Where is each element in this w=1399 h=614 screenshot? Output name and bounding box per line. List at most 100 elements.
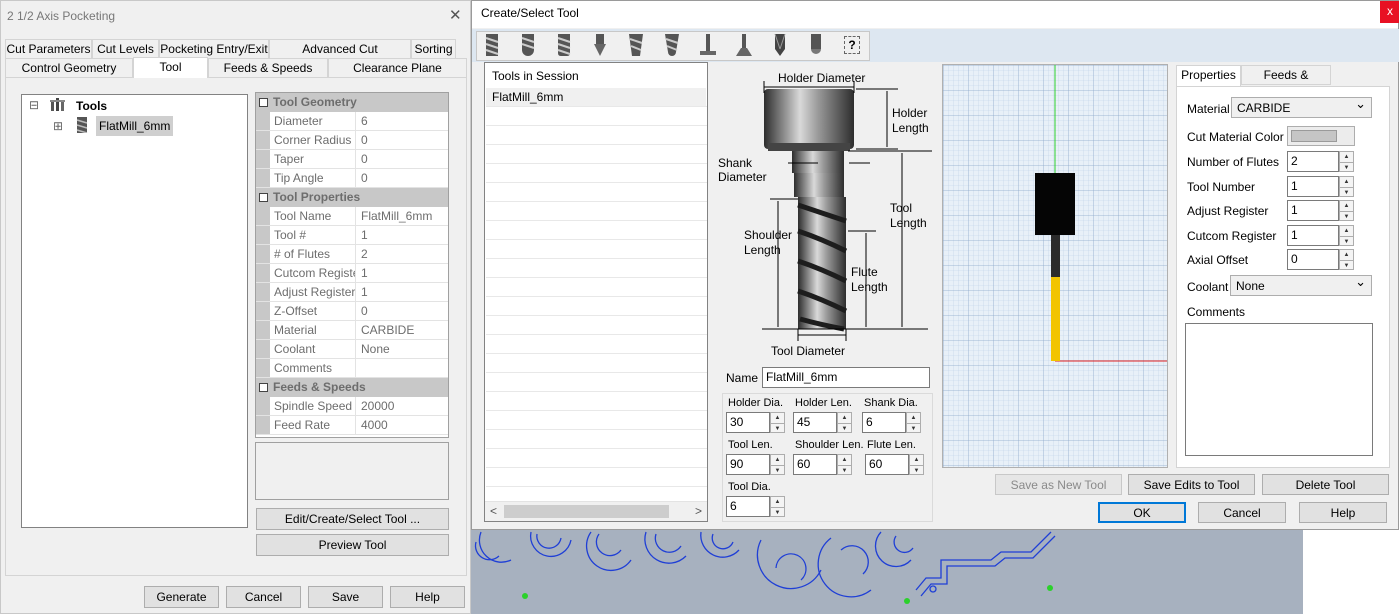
save-button[interactable]: Save xyxy=(308,586,383,608)
holder-dia-field[interactable]: 30 xyxy=(726,412,770,433)
tab-advanced-cut-parameters[interactable]: Advanced Cut Parameters xyxy=(269,39,411,74)
tool-dia-spinner[interactable]: ▲ ▼ xyxy=(770,496,785,517)
collapse-box-icon[interactable] xyxy=(259,383,268,392)
spin-up-icon[interactable]: ▲ xyxy=(771,455,784,465)
save-edits-to-tool-button[interactable]: Save Edits to Tool xyxy=(1128,474,1255,495)
session-item[interactable]: FlatMill_6mm xyxy=(486,88,706,106)
grid-row-value[interactable]: 2 xyxy=(357,245,368,264)
spin-down-icon[interactable]: ▼ xyxy=(1340,211,1353,221)
scroll-left-icon[interactable]: < xyxy=(490,504,497,518)
tool-number-field[interactable]: 1 xyxy=(1287,175,1339,197)
scroll-thumb[interactable] xyxy=(504,505,669,518)
collapse-box-icon[interactable] xyxy=(259,98,268,107)
close-button[interactable]: x xyxy=(1380,1,1399,23)
shank-dia-field[interactable]: 6 xyxy=(862,412,906,433)
spin-down-icon[interactable]: ▼ xyxy=(907,423,920,433)
grid-row[interactable]: Comments xyxy=(256,359,448,378)
spin-down-icon[interactable]: ▼ xyxy=(910,465,923,475)
taper-ball-icon[interactable] xyxy=(657,33,687,57)
spin-up-icon[interactable]: ▲ xyxy=(1340,177,1353,187)
grid-category[interactable]: Tool Geometry xyxy=(256,93,448,112)
spin-down-icon[interactable]: ▼ xyxy=(838,465,851,475)
grid-row[interactable]: Coolant None xyxy=(256,340,448,359)
tab-cut-parameters[interactable]: Cut Parameters xyxy=(5,39,92,59)
spin-up-icon[interactable]: ▲ xyxy=(1340,250,1353,260)
grid-row[interactable]: Z-Offset 0 xyxy=(256,302,448,321)
tab-feeds-speeds[interactable]: Feeds & Speeds xyxy=(208,58,328,78)
holder-dia-spinner[interactable]: ▲ ▼ xyxy=(770,412,785,433)
tab-pocketing-entry-exit[interactable]: Pocketing Entry/Exit xyxy=(159,39,269,59)
holder-len-spinner[interactable]: ▲ ▼ xyxy=(837,412,852,433)
holder-len-field[interactable]: 45 xyxy=(793,412,837,433)
tslot-icon[interactable] xyxy=(693,33,723,57)
tab-clearance-plane[interactable]: Clearance Plane xyxy=(328,58,467,78)
spin-down-icon[interactable]: ▼ xyxy=(771,465,784,475)
comments-textarea[interactable] xyxy=(1185,323,1373,456)
axial-offset-spinner[interactable]: ▲ ▼ xyxy=(1339,249,1354,270)
tools-in-session-list[interactable]: Tools in Session FlatMill_6mm < > xyxy=(484,62,708,522)
v-bit-icon[interactable] xyxy=(585,33,615,57)
spin-down-icon[interactable]: ▼ xyxy=(838,423,851,433)
shoulder-len-field[interactable]: 60 xyxy=(793,454,837,475)
ok-button[interactable]: OK xyxy=(1098,502,1186,523)
spin-down-icon[interactable]: ▼ xyxy=(771,423,784,433)
adjust-register-field[interactable]: 1 xyxy=(1287,200,1339,221)
cancel-button[interactable]: Cancel xyxy=(226,586,301,608)
grid-row[interactable]: Diameter 6 xyxy=(256,112,448,131)
spin-up-icon[interactable]: ▲ xyxy=(771,497,784,507)
help-button[interactable]: Help xyxy=(1299,502,1387,523)
grid-row[interactable]: Feed Rate 4000 xyxy=(256,416,448,435)
save-as-new-tool-button[interactable]: Save as New Tool xyxy=(995,474,1122,495)
grid-row[interactable]: Tip Angle 0 xyxy=(256,169,448,188)
shank-dia-spinner[interactable]: ▲ ▼ xyxy=(906,412,921,433)
spin-up-icon[interactable]: ▲ xyxy=(1340,152,1353,162)
cad-viewport[interactable] xyxy=(471,530,1399,614)
tool-len-field[interactable]: 90 xyxy=(726,454,770,475)
spin-up-icon[interactable]: ▲ xyxy=(838,455,851,465)
axial-offset-field[interactable]: 0 xyxy=(1287,249,1339,270)
spin-down-icon[interactable]: ▼ xyxy=(1340,162,1353,172)
tool-len-spinner[interactable]: ▲ ▼ xyxy=(770,454,785,475)
grid-row-value[interactable] xyxy=(357,359,361,378)
grid-row[interactable]: # of Flutes 2 xyxy=(256,245,448,264)
spin-up-icon[interactable]: ▲ xyxy=(1340,201,1353,211)
grid-row-value[interactable]: None xyxy=(357,340,390,359)
taper-flat-icon[interactable] xyxy=(621,33,651,57)
number-of-flutes-field[interactable]: 2 xyxy=(1287,151,1339,172)
grid-row-value[interactable]: 4000 xyxy=(357,416,388,435)
spin-down-icon[interactable]: ▼ xyxy=(1340,260,1353,270)
close-icon[interactable]: ✕ xyxy=(449,6,462,24)
tool-name-field[interactable]: FlatMill_6mm xyxy=(762,367,930,388)
grid-row-value[interactable]: FlatMill_6mm xyxy=(357,207,432,226)
tab-control-geometry[interactable]: Control Geometry xyxy=(5,58,133,78)
shoulder-len-spinner[interactable]: ▲ ▼ xyxy=(837,454,852,475)
drill-icon[interactable] xyxy=(765,33,795,57)
scroll-right-icon[interactable]: > xyxy=(695,504,702,518)
cut-color-swatch[interactable] xyxy=(1287,126,1355,146)
grid-row-value[interactable]: 0 xyxy=(357,169,368,188)
collapse-icon[interactable]: ⊟ xyxy=(29,98,39,112)
spin-up-icon[interactable]: ▲ xyxy=(1340,226,1353,236)
property-grid[interactable]: Tool Geometry Diameter 6 Corner Radius 0 Tape… xyxy=(255,92,449,438)
spin-down-icon[interactable]: ▼ xyxy=(1340,186,1353,197)
grid-category[interactable]: Tool Properties xyxy=(256,188,448,207)
adjust-register-spinner[interactable]: ▲ ▼ xyxy=(1339,200,1354,221)
cutcom-register-field[interactable]: 1 xyxy=(1287,224,1339,246)
spin-up-icon[interactable]: ▲ xyxy=(838,413,851,423)
grid-row-value[interactable]: 1 xyxy=(357,264,368,283)
grid-row-value[interactable]: 0 xyxy=(357,302,368,321)
tool-tree[interactable]: ⊟ Tools ⊞ FlatMill_6mm xyxy=(21,94,248,528)
grid-row-value[interactable]: 1 xyxy=(357,226,368,245)
tab-properties[interactable]: Properties xyxy=(1176,65,1241,87)
tab-feeds-speeds[interactable]: Feeds & Speeds xyxy=(1241,65,1331,100)
tab-sorting[interactable]: Sorting xyxy=(411,39,456,59)
horizontal-scrollbar[interactable]: < > xyxy=(485,501,707,521)
help-icon[interactable]: ? xyxy=(837,33,867,57)
help-button[interactable]: Help xyxy=(390,586,465,608)
spin-up-icon[interactable]: ▲ xyxy=(771,413,784,423)
grid-row-value[interactable]: CARBIDE xyxy=(357,321,414,340)
collapse-box-icon[interactable] xyxy=(259,193,268,202)
grid-row-value[interactable]: 1 xyxy=(357,283,368,302)
expand-icon[interactable]: ⊞ xyxy=(53,119,63,133)
grid-row-value[interactable]: 0 xyxy=(357,131,368,150)
